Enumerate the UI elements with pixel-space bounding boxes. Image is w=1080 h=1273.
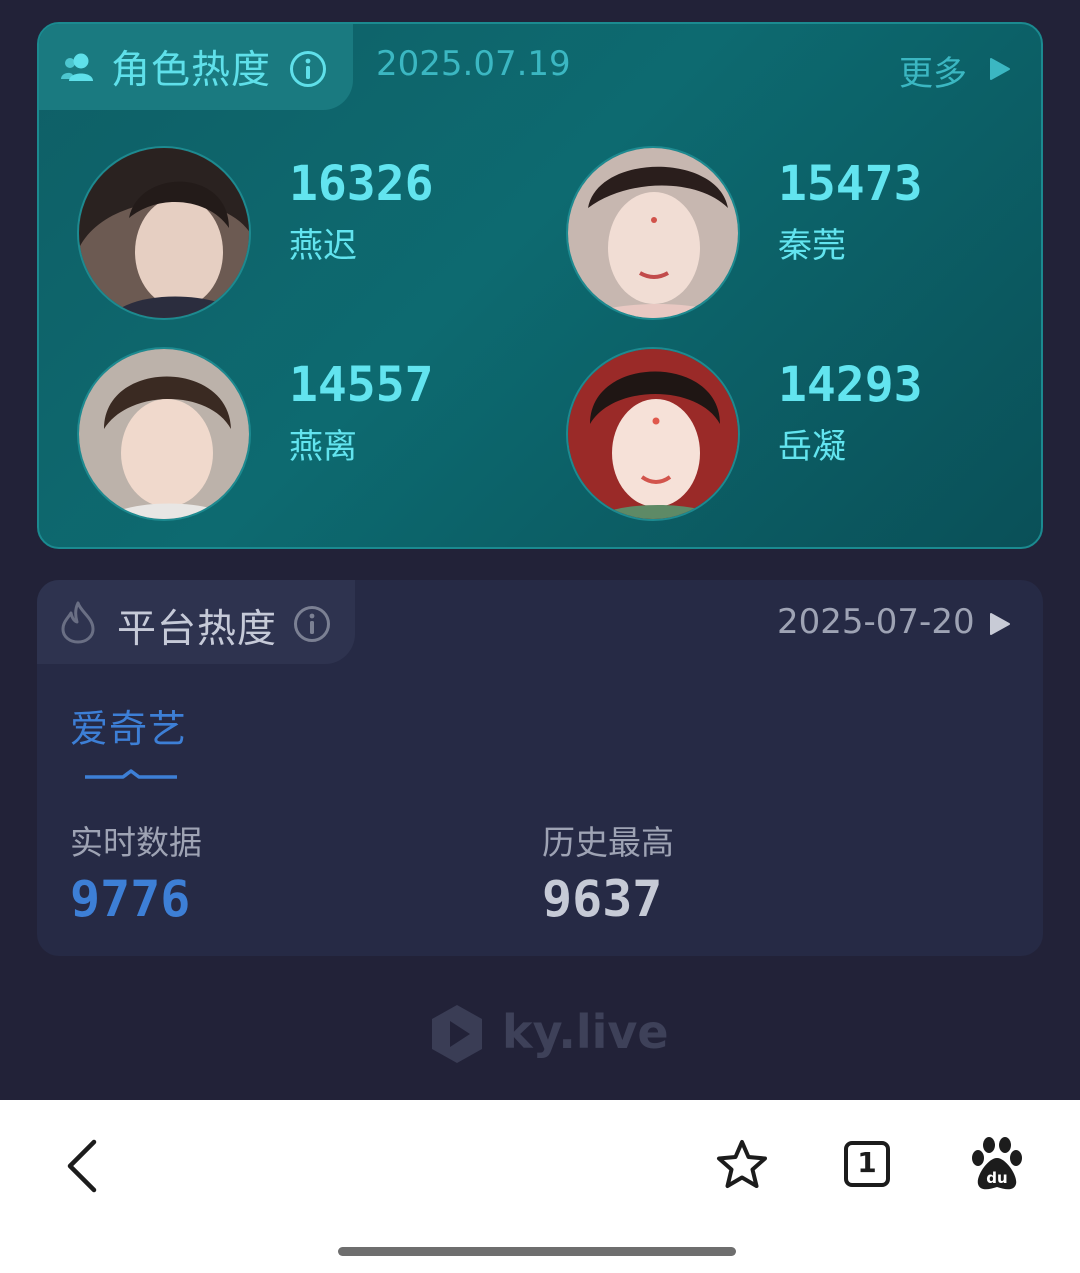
info-icon[interactable] bbox=[293, 605, 331, 643]
character-name: 秦莞 bbox=[778, 226, 846, 266]
character-item[interactable]: 14557 燕离 bbox=[77, 347, 537, 527]
realtime-value: 9776 bbox=[70, 870, 191, 928]
platform-heat-card: 平台热度 2025-07-20 爱奇艺 实时数据 9776 历史最高 9637 bbox=[37, 580, 1043, 956]
watermark-text: ky.live bbox=[502, 1005, 669, 1059]
platform-heat-title: 平台热度 bbox=[117, 607, 278, 652]
character-item[interactable]: 14293 岳凝 bbox=[566, 347, 1026, 527]
realtime-label: 实时数据 bbox=[70, 823, 202, 862]
character-name: 岳凝 bbox=[778, 427, 846, 467]
history-label: 历史最高 bbox=[542, 823, 674, 862]
tabs-icon[interactable]: 1 bbox=[844, 1141, 890, 1187]
character-score: 15473 bbox=[778, 156, 923, 212]
person-icon bbox=[61, 53, 93, 81]
character-item[interactable]: 15473 秦莞 bbox=[566, 146, 1026, 326]
character-heat-tab: 角色热度 bbox=[39, 24, 353, 110]
character-name: 燕离 bbox=[289, 427, 357, 467]
character-score: 16326 bbox=[289, 156, 434, 212]
play-arrow-icon[interactable] bbox=[989, 57, 1011, 81]
home-indicator[interactable] bbox=[338, 1247, 736, 1256]
platform-heat-tab: 平台热度 bbox=[37, 580, 355, 664]
character-score: 14293 bbox=[778, 357, 923, 413]
info-icon[interactable] bbox=[289, 50, 327, 88]
star-icon[interactable] bbox=[714, 1138, 770, 1192]
tab-indicator bbox=[85, 769, 177, 779]
character-avatar[interactable] bbox=[566, 347, 740, 521]
character-heat-card: 角色热度 2025.07.19 更多 16326 燕迟 15473 秦莞 145… bbox=[37, 22, 1043, 549]
character-name: 燕迟 bbox=[289, 226, 357, 266]
character-avatar[interactable] bbox=[566, 146, 740, 320]
character-item[interactable]: 16326 燕迟 bbox=[77, 146, 537, 326]
character-avatar[interactable] bbox=[77, 146, 251, 320]
play-arrow-icon[interactable] bbox=[989, 612, 1011, 636]
character-heat-date: 2025.07.19 bbox=[376, 44, 571, 84]
browser-bottom-bar: 1 du bbox=[0, 1100, 1080, 1273]
kylive-logo-icon bbox=[432, 1005, 482, 1063]
history-value: 9637 bbox=[542, 870, 663, 928]
kylive-watermark: ky.live bbox=[428, 1003, 669, 1067]
platform-heat-date[interactable]: 2025-07-20 bbox=[777, 602, 975, 642]
flame-icon bbox=[61, 601, 95, 644]
character-score: 14557 bbox=[289, 357, 434, 413]
more-link[interactable]: 更多 bbox=[899, 46, 967, 95]
svg-text:du: du bbox=[986, 1169, 1007, 1187]
character-avatar[interactable] bbox=[77, 347, 251, 521]
back-icon[interactable] bbox=[62, 1138, 102, 1194]
tab-iqiyi[interactable]: 爱奇艺 bbox=[70, 698, 187, 753]
character-heat-title: 角色热度 bbox=[111, 48, 272, 93]
baidu-paw-icon[interactable]: du bbox=[970, 1136, 1024, 1192]
tab-count: 1 bbox=[857, 1146, 877, 1179]
